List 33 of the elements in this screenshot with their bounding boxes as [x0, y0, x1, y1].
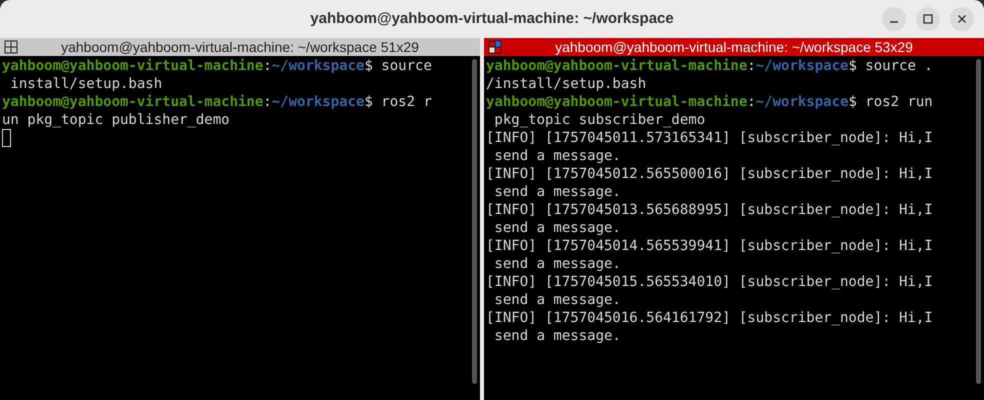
terminal-line: yahboom@yahboom-virtual-machine:~/workspace$ ros2 run [485, 93, 934, 111]
terminal-line: [INFO] [1757045012.565500016] [subscriber_node]: Hi,I [485, 165, 934, 183]
terminal-line: [INFO] [1757045015.565534010] [subscriber_node]: Hi,I [485, 273, 934, 291]
grid-icon[interactable] [4, 40, 18, 54]
grid-icon[interactable] [488, 40, 502, 54]
terminal-line: send a message. [493, 291, 622, 309]
terminal-line: send a message. [493, 183, 622, 201]
scrollbar[interactable] [976, 59, 981, 384]
terminal-line: install/setup.bash [9, 75, 164, 93]
terminal-line: [INFO] [1757045016.564161792] [subscriber_node]: Hi,I [485, 309, 934, 327]
terminal-line: yahboom@yahboom-virtual-machine:~/workspace$ source . [485, 57, 934, 75]
window-title: yahboom@yahboom-virtual-machine: ~/workspace [310, 8, 674, 29]
terminal-line: [INFO] [1757045011.573165341] [subscriber_node]: Hi,I [485, 129, 934, 147]
terminal-line: pkg_topic subscriber_demo [493, 111, 706, 129]
terminal-line: un pkg_topic publisher_demo [1, 111, 231, 129]
close-icon [957, 14, 967, 24]
minimize-button[interactable] [882, 7, 906, 31]
pane-title: yahboom@yahboom-virtual-machine: ~/workspace 51x29 [61, 38, 419, 57]
terminal-line: /install/setup.bash [485, 75, 648, 93]
minimize-icon [890, 21, 898, 23]
terminal-line: [INFO] [1757045014.565539941] [subscriber_node]: Hi,I [485, 237, 934, 255]
maximize-button[interactable] [916, 7, 940, 31]
terminal-line: send a message. [493, 147, 622, 165]
terminal-line: yahboom@yahboom-virtual-machine:~/workspace$ ros2 r [1, 93, 433, 111]
terminal-line: [INFO] [1757045013.565688995] [subscriber_node]: Hi,I [485, 201, 934, 219]
close-button[interactable] [950, 7, 974, 31]
terminal-line: send a message. [493, 219, 622, 237]
maximize-icon [923, 14, 933, 24]
scrollbar[interactable] [472, 59, 477, 384]
pane-title: yahboom@yahboom-virtual-machine: ~/workspace 53x29 [555, 38, 913, 57]
terminal-line: send a message. [493, 255, 622, 273]
terminal-line: yahboom@yahboom-virtual-machine:~/workspace$ source [1, 57, 433, 75]
terminal-line: send a message. [493, 327, 622, 345]
